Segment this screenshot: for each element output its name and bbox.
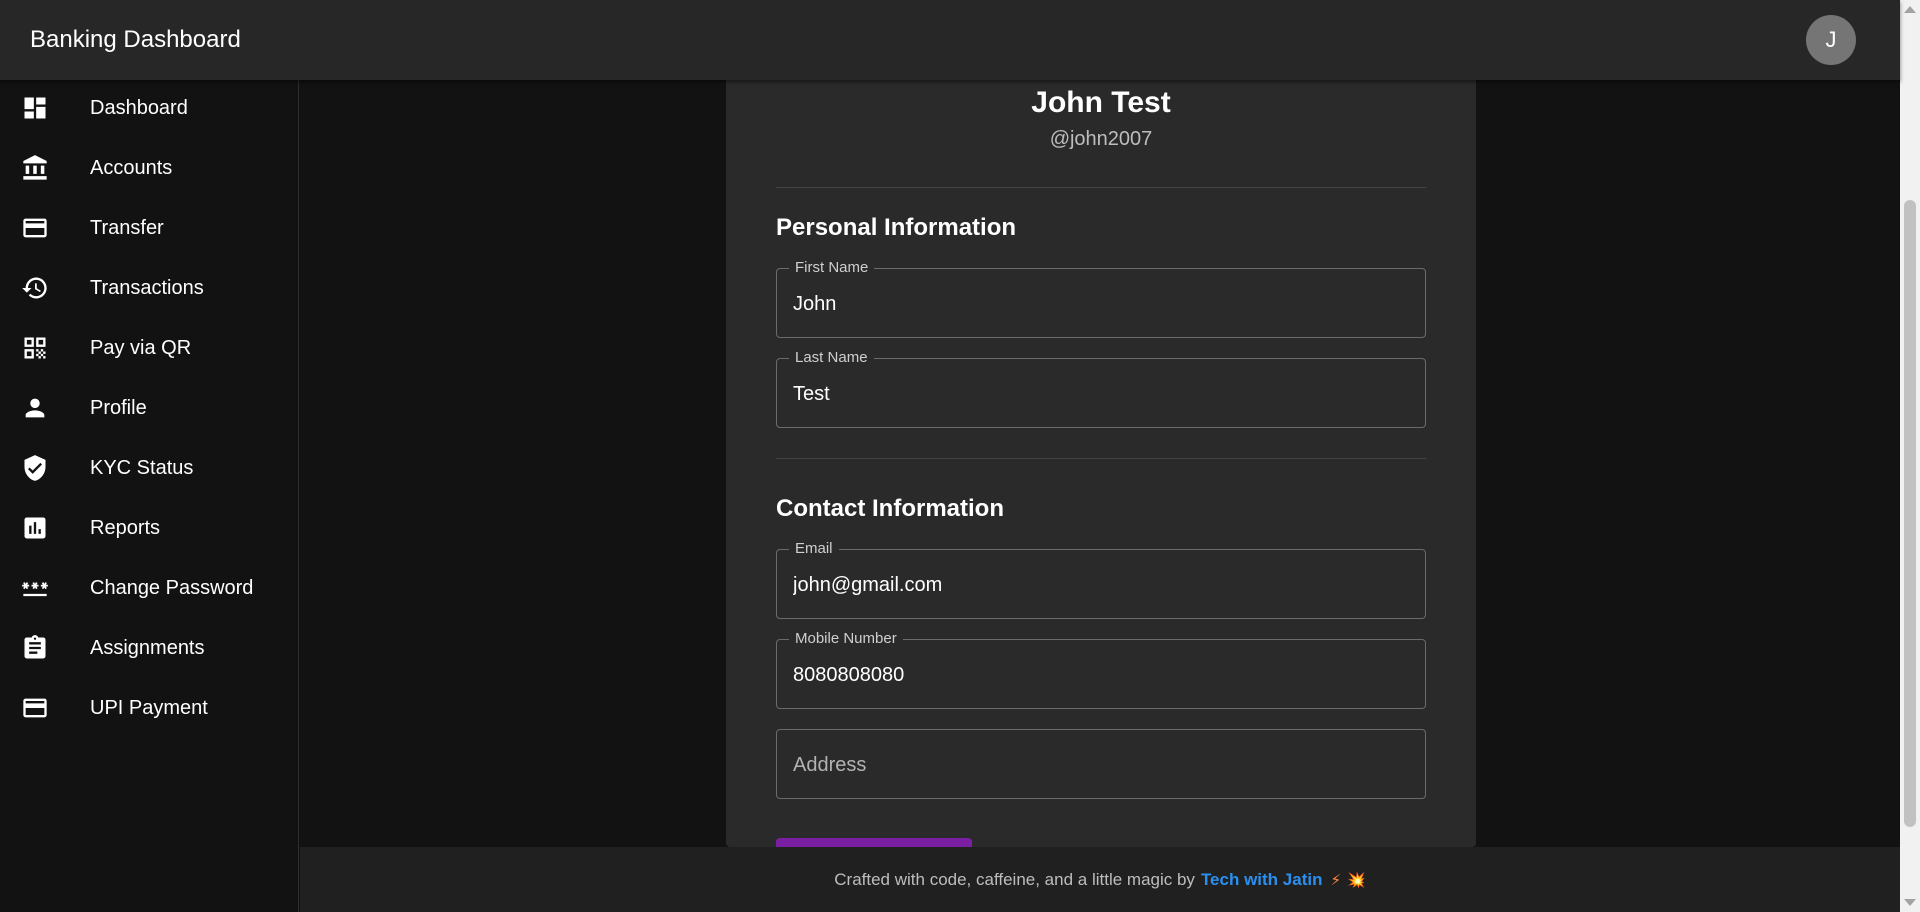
app-title: Banking Dashboard: [30, 26, 241, 53]
lightning-icon: ⚡: [1330, 871, 1342, 889]
verified-shield-icon: [21, 454, 49, 482]
sidebar-item-profile[interactable]: Profile: [0, 380, 298, 436]
scroll-up-arrow-icon[interactable]: [1904, 6, 1916, 13]
sidebar-item-accounts[interactable]: Accounts: [0, 140, 298, 196]
save-button[interactable]: [776, 838, 972, 847]
sidebar-item-pay-via-qr[interactable]: Pay via QR: [0, 320, 298, 376]
sidebar-item-kyc-status[interactable]: KYC Status: [0, 440, 298, 496]
sidebar-item-transactions[interactable]: Transactions: [0, 260, 298, 316]
sidebar-item-reports[interactable]: Reports: [0, 500, 298, 556]
sidebar-item-label: Reports: [90, 516, 161, 539]
footer-text: Crafted with code, caffeine, and a littl…: [834, 869, 1195, 889]
sidebar-item-label: Accounts: [90, 156, 173, 179]
footer: Crafted with code, caffeine, and a littl…: [300, 847, 1900, 912]
sidebar-item-change-password[interactable]: Change Password: [0, 560, 298, 616]
sidebar-item-label: Transfer: [90, 216, 164, 239]
divider: [776, 187, 1426, 188]
person-icon: [21, 394, 49, 422]
profile-username: @john2007: [1049, 128, 1153, 150]
sidebar-item-label: Profile: [90, 396, 147, 419]
app-bar: Banking Dashboard J: [0, 0, 1900, 80]
main-content: John Test @john2007 Personal Information…: [300, 80, 1900, 847]
page-scrollbar[interactable]: [1900, 0, 1920, 912]
sidebar-item-dashboard[interactable]: Dashboard: [0, 80, 298, 136]
history-icon: [21, 274, 49, 302]
scrollbar-thumb[interactable]: [1904, 200, 1916, 827]
footer-link[interactable]: Tech with Jatin: [1201, 870, 1323, 890]
email-label: Email: [789, 541, 839, 557]
sidebar-item-label: UPI Payment: [90, 696, 208, 719]
sidebar: Dashboard Accounts Transfer Transactions…: [0, 80, 299, 912]
profile-card: John Test @john2007 Personal Information…: [726, 80, 1476, 847]
sidebar-item-label: KYC Status: [90, 456, 194, 479]
mobile-number-input[interactable]: [793, 661, 1403, 689]
sidebar-item-label: Pay via QR: [90, 336, 192, 359]
first-name-label: First Name: [789, 260, 875, 276]
bar-chart-icon: [21, 514, 49, 542]
last-name-label: Last Name: [789, 350, 874, 366]
personal-info-heading: Personal Information: [776, 214, 1017, 241]
sidebar-item-label: Assignments: [90, 636, 205, 659]
first-name-field[interactable]: First Name: [776, 260, 1426, 338]
sidebar-item-transfer[interactable]: Transfer: [0, 200, 298, 256]
clipboard-icon: [21, 634, 49, 662]
bank-icon: [21, 154, 49, 182]
profile-name: John Test: [1031, 86, 1171, 119]
dashboard-icon: [21, 94, 49, 122]
credit-card-icon: [21, 694, 49, 722]
mobile-number-label: Mobile Number: [789, 631, 903, 647]
email-field[interactable]: Email: [776, 541, 1426, 619]
avatar[interactable]: J: [1806, 15, 1856, 65]
sidebar-item-label: Transactions: [90, 276, 204, 299]
sidebar-item-assignments[interactable]: Assignments: [0, 620, 298, 676]
sidebar-item-label: Dashboard: [90, 96, 188, 119]
scroll-down-arrow-icon[interactable]: [1904, 899, 1916, 906]
contact-info-heading: Contact Information: [776, 495, 1004, 522]
collision-icon: 💥: [1347, 871, 1366, 889]
divider: [776, 458, 1426, 459]
last-name-input[interactable]: [793, 380, 1403, 408]
email-input[interactable]: [793, 571, 1403, 599]
mobile-number-field[interactable]: Mobile Number: [776, 631, 1426, 709]
address-field[interactable]: [776, 729, 1426, 799]
address-input[interactable]: [793, 751, 1403, 779]
password-icon: [21, 574, 49, 602]
credit-card-icon: [21, 214, 49, 242]
first-name-input[interactable]: [793, 290, 1403, 318]
last-name-field[interactable]: Last Name: [776, 350, 1426, 428]
sidebar-item-upi-payment[interactable]: UPI Payment: [0, 680, 298, 736]
qr-code-icon: [21, 334, 49, 362]
sidebar-item-label: Change Password: [90, 576, 254, 599]
